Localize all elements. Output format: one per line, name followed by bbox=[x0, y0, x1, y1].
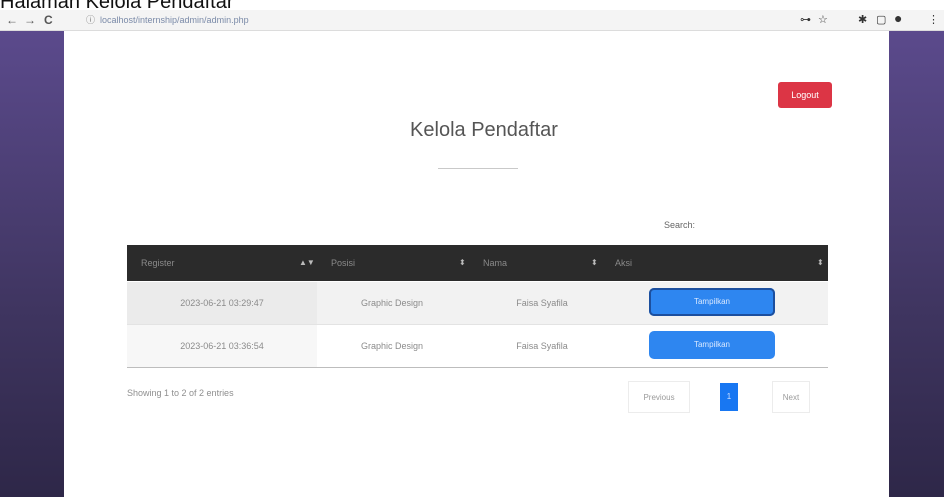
column-header-aksi[interactable]: Aksi bbox=[615, 245, 632, 281]
page-title: Kelola Pendaftar bbox=[410, 119, 558, 141]
window-icon[interactable]: ▢ bbox=[876, 13, 886, 27]
extension-icon[interactable]: ✱ bbox=[858, 13, 867, 27]
browser-toolbar: ← → C ⓘ localhost/internship/admin/admin.… bbox=[0, 10, 944, 31]
sort-icon[interactable]: ⬍ bbox=[591, 245, 598, 281]
reload-icon[interactable]: C bbox=[44, 12, 53, 28]
column-header-posisi[interactable]: Posisi bbox=[331, 245, 355, 281]
star-icon[interactable]: ☆ bbox=[818, 13, 828, 27]
key-icon[interactable]: ⊶ bbox=[800, 13, 811, 27]
screenshot-caption: Halaman Kelola Pendaftar bbox=[0, 0, 234, 13]
profile-icon[interactable]: ● bbox=[894, 11, 902, 25]
url-text: localhost/internship/admin/admin.php bbox=[100, 15, 249, 25]
pagination-next-button[interactable]: Next bbox=[772, 381, 810, 413]
side-panel-right bbox=[889, 31, 944, 497]
sort-icon[interactable]: ⬍ bbox=[459, 245, 466, 281]
cell-posisi: Graphic Design bbox=[360, 341, 424, 351]
menu-icon[interactable]: ⋮ bbox=[928, 13, 939, 27]
table-row: 2023-06-21 03:36:54 Graphic Design Faisa… bbox=[127, 325, 828, 368]
column-header-nama[interactable]: Nama bbox=[483, 245, 507, 281]
column-header-register[interactable]: Register bbox=[141, 245, 175, 281]
search-input[interactable] bbox=[712, 216, 828, 232]
entries-info: Showing 1 to 2 of 2 entries bbox=[127, 388, 234, 398]
table-bottom-border bbox=[127, 367, 828, 368]
logout-button[interactable]: Logout bbox=[778, 82, 832, 108]
sort-asc-icon[interactable]: ▲▼ bbox=[299, 245, 315, 281]
side-panel-left bbox=[0, 31, 64, 497]
search-label: Search: bbox=[664, 220, 696, 230]
cell-posisi: Graphic Design bbox=[360, 298, 424, 308]
cell-register: 2023-06-21 03:36:54 bbox=[180, 341, 264, 351]
cell-nama: Faisa Syafila bbox=[516, 341, 568, 351]
address-bar[interactable]: ⓘ localhost/internship/admin/admin.php bbox=[86, 12, 766, 28]
site-info-icon[interactable]: ⓘ bbox=[86, 12, 96, 28]
table-header: Register ▲▼ Posisi ⬍ Nama ⬍ Aksi ⬍ bbox=[127, 245, 828, 281]
cell-nama: Faisa Syafila bbox=[516, 298, 568, 308]
show-detail-button[interactable]: Tampilkan bbox=[649, 288, 775, 316]
show-detail-button[interactable]: Tampilkan bbox=[649, 331, 775, 359]
back-icon[interactable]: ← bbox=[6, 12, 18, 28]
pagination-page-1[interactable]: 1 bbox=[720, 383, 738, 411]
title-divider bbox=[438, 168, 518, 169]
pagination-previous-button[interactable]: Previous bbox=[628, 381, 690, 413]
forward-icon[interactable]: → bbox=[24, 12, 36, 28]
table-row: 2023-06-21 03:29:47 Graphic Design Faisa… bbox=[127, 282, 828, 325]
sort-icon[interactable]: ⬍ bbox=[817, 245, 824, 281]
cell-register: 2023-06-21 03:29:47 bbox=[180, 298, 264, 308]
